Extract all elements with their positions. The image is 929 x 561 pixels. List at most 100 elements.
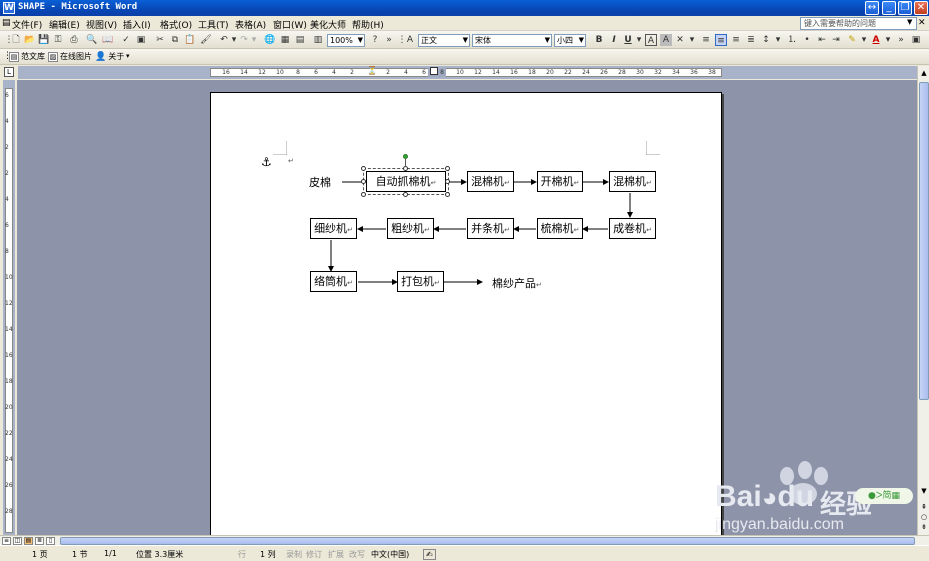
scroll-up-icon[interactable]: ▲ (919, 68, 929, 78)
save-icon[interactable]: 💾 (38, 34, 50, 46)
web-view-icon[interactable]: ◫ (13, 537, 22, 545)
research-icon[interactable]: 📖 (102, 34, 114, 46)
menu-doc-icon[interactable]: ▤ (2, 18, 11, 28)
line-spacing-dropdown-icon[interactable]: ▾ (772, 34, 784, 46)
flow-box-winding[interactable]: 络筒机↵ (310, 271, 357, 292)
justify-icon[interactable]: ≣ (745, 34, 757, 46)
status-rec[interactable]: 录制 (286, 549, 302, 560)
scaling-dropdown-icon[interactable]: ▾ (686, 34, 698, 46)
menu-format[interactable]: 格式(O) (160, 18, 192, 31)
new-document-icon[interactable]: 🗋 (10, 34, 22, 46)
normal-view-icon[interactable]: ≡ (2, 537, 11, 545)
first-line-indent-icon[interactable]: ⏳ (367, 66, 377, 75)
research-book-icon[interactable]: ▣ (135, 34, 147, 46)
tables-borders-icon[interactable]: ▦ (279, 34, 291, 46)
help-icon[interactable]: ? (369, 34, 381, 46)
toolbar-extra-icon[interactable]: ▣ (910, 34, 922, 46)
toolbar-options2-icon[interactable]: » (895, 34, 907, 46)
style-select[interactable]: 正文 ▼ (418, 34, 470, 47)
font-color-button[interactable]: A (870, 34, 882, 46)
bullets-icon[interactable]: • (801, 34, 813, 46)
template-library-button[interactable]: ▤ 范文库 (9, 51, 45, 62)
italic-button[interactable]: I (608, 34, 620, 46)
decrease-indent-icon[interactable]: ⇤ (816, 34, 828, 46)
flow-box-packing[interactable]: 打包机↵ (397, 271, 444, 292)
vertical-ruler[interactable]: 6 4 2 2 4 6 8 10 12 14 16 18 20 22 24 26 28 (3, 80, 15, 535)
menu-beautify[interactable]: 美化大师 (310, 18, 346, 31)
flow-box-lap-former[interactable]: 成卷机↵ (609, 218, 656, 239)
menu-file[interactable]: 文件(F) (12, 18, 42, 31)
print-icon[interactable]: ⎙ (68, 34, 80, 46)
spelling-icon[interactable]: ✓ (120, 34, 132, 46)
toolbar-options-icon[interactable]: » (383, 34, 395, 46)
permission-icon[interactable]: ⚿ (52, 34, 64, 46)
horizontal-scroll-thumb[interactable] (60, 537, 915, 545)
numbering-icon[interactable]: ⒈ (786, 34, 798, 46)
help-dropdown-icon[interactable]: ▼ (907, 18, 912, 26)
document-close-icon[interactable]: ✕ (918, 18, 926, 28)
document-map-icon[interactable]: ▥ (312, 34, 324, 46)
status-trk[interactable]: 修订 (306, 549, 322, 560)
resize-handle[interactable] (361, 166, 366, 171)
copy-icon[interactable]: ⧉ (169, 34, 181, 46)
align-center-icon[interactable]: ≡ (715, 34, 727, 46)
font-dropdown-icon[interactable]: ▼ (545, 35, 550, 46)
document-page[interactable]: ⚓ ↵ 皮棉 自动抓棉机↵ 混棉机↵ 开棉机↵ 混棉机↵ 成卷机↵ 梳棉机↵ 并… (210, 92, 722, 535)
align-right-icon[interactable]: ≡ (730, 34, 742, 46)
menu-table[interactable]: 表格(A) (235, 18, 266, 31)
spelling-status-icon[interactable]: ✍ (423, 549, 436, 560)
flow-box-drawing[interactable]: 并条机↵ (467, 218, 514, 239)
horizontal-scrollbar[interactable]: ≡ ◫ ▤ ≣ ▯ (0, 535, 929, 545)
underline-dropdown-icon[interactable]: ▾ (633, 34, 645, 46)
about-button[interactable]: 👤 关于 (95, 51, 124, 62)
highlight-icon[interactable]: ✎ (846, 34, 858, 46)
resize-handle[interactable] (445, 192, 450, 197)
horizontal-ruler[interactable]: ⏳ 16 14 12 10 8 6 4 2 2 4 6 8 10 12 14 16 18 20 22 24 26 28 30… (18, 66, 918, 79)
character-scaling-icon[interactable]: ✕ (674, 34, 686, 46)
open-icon[interactable]: 📂 (24, 34, 36, 46)
flow-box-opener[interactable]: 开棉机↵ (537, 171, 583, 192)
flow-box-spinning[interactable]: 细纱机↵ (310, 218, 357, 239)
flow-box-carding[interactable]: 梳棉机↵ (537, 218, 583, 239)
menu-help[interactable]: 帮助(H) (352, 18, 384, 31)
font-color-dropdown-icon[interactable]: ▾ (882, 34, 894, 46)
online-images-button[interactable]: ▨ 在线图片 (48, 51, 92, 62)
print-view-icon[interactable]: ▤ (24, 537, 33, 545)
flow-box-roving[interactable]: 粗纱机↵ (387, 218, 434, 239)
menu-edit[interactable]: 编辑(E) (49, 18, 80, 31)
line-spacing-icon[interactable]: ↕ (760, 34, 772, 46)
paste-icon[interactable]: 📋 (184, 34, 196, 46)
flow-box-mixer-2[interactable]: 混棉机↵ (609, 171, 656, 192)
redo-dropdown-icon[interactable]: ▾ (248, 34, 260, 46)
styles-pane-icon[interactable]: A (404, 34, 416, 46)
align-left-icon[interactable]: ≡ (700, 34, 712, 46)
zoom-select[interactable]: 100% ▼ (327, 34, 365, 47)
bold-button[interactable]: B (593, 34, 605, 46)
menu-view[interactable]: 视图(V) (86, 18, 117, 31)
character-shading-icon[interactable]: A (660, 34, 672, 46)
toolbar2-options-icon[interactable]: ▾ (126, 52, 130, 60)
reading-view-icon[interactable]: ▯ (46, 537, 55, 545)
highlight-dropdown-icon[interactable]: ▾ (858, 34, 870, 46)
format-painter-icon[interactable]: 🖌 (200, 34, 212, 46)
extra-window-button[interactable]: ↔ (865, 1, 879, 15)
menu-tools[interactable]: 工具(T) (198, 18, 229, 31)
character-border-icon[interactable]: A (645, 34, 657, 46)
hyperlink-icon[interactable]: 🌐 (264, 34, 276, 46)
style-dropdown-icon[interactable]: ▼ (463, 35, 468, 46)
font-select[interactable]: 宋体 ▼ (472, 34, 552, 47)
resize-handle[interactable] (361, 192, 366, 197)
cut-icon[interactable]: ✂ (154, 34, 166, 46)
font-size-select[interactable]: 小四 ▼ (554, 34, 586, 47)
word-app-icon[interactable]: W (3, 2, 15, 14)
outline-view-icon[interactable]: ≣ (35, 537, 44, 545)
insert-table-icon[interactable]: ▤ (294, 34, 306, 46)
right-indent-icon[interactable] (430, 67, 438, 75)
tab-selector-icon[interactable]: L (4, 67, 14, 77)
flow-box-auto-grabber[interactable]: 自动抓棉机↵ (363, 168, 449, 195)
status-ext[interactable]: 扩展 (328, 549, 344, 560)
menu-window[interactable]: 窗口(W) (273, 18, 307, 31)
font-size-dropdown-icon[interactable]: ▼ (579, 35, 584, 46)
zoom-dropdown-icon[interactable]: ▼ (358, 35, 363, 46)
resize-handle[interactable] (403, 192, 408, 197)
